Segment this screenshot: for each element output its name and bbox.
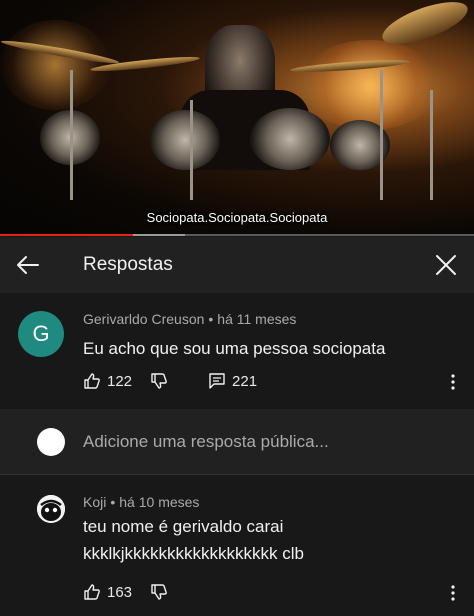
meta-separator: •: [208, 311, 214, 327]
reply-count: 221: [232, 372, 258, 390]
stand: [190, 100, 193, 200]
close-icon[interactable]: [432, 251, 460, 279]
more-vert-icon[interactable]: [446, 584, 460, 602]
page-title: Respostas: [83, 254, 173, 275]
thumbs-up-icon[interactable]: [83, 583, 101, 601]
comment-actions: 122 221: [83, 372, 257, 390]
user-avatar: [37, 428, 65, 456]
avatar[interactable]: G: [18, 311, 64, 357]
stand: [380, 70, 383, 200]
comment-author[interactable]: Koji: [83, 494, 106, 510]
reply-comment: Koji • há 10 meses teu nome é gerivaldo ca…: [0, 475, 474, 616]
comment-meta: Koji • há 10 meses: [83, 494, 199, 510]
thumbs-down-icon[interactable]: [150, 583, 168, 601]
stand: [430, 90, 433, 200]
video-player[interactable]: Sociopata.Sociopata.Sociopata: [0, 0, 474, 236]
avatar[interactable]: [37, 495, 65, 523]
avatar-letter: G: [32, 321, 50, 346]
thumbs-down-icon[interactable]: [150, 372, 168, 390]
parent-comment: G Gerivarldo Creuson • há 11 meses Eu acho…: [0, 293, 474, 409]
progress-played: [0, 234, 133, 236]
comment-text-line: teu nome é gerivaldo carai: [83, 517, 284, 536]
more-vert-icon[interactable]: [446, 373, 460, 391]
like-count: 163: [107, 583, 133, 601]
avatar-image: [37, 495, 65, 523]
comment-time: há 11 meses: [217, 311, 297, 327]
reply-comment-icon[interactable]: [208, 372, 226, 390]
comment-time: há 10 meses: [119, 494, 200, 510]
comment-text-line: kkklkjkkkkkkkkkkkkkkkkkk clb: [83, 544, 305, 563]
comment-text: teu nome é gerivaldo carai kkklkjkkkkkkk…: [83, 513, 453, 567]
arrow-left-icon[interactable]: [14, 251, 42, 279]
drum: [150, 110, 220, 170]
stand: [70, 70, 73, 200]
meta-separator: •: [110, 494, 116, 510]
comment-meta: Gerivarldo Creuson • há 11 meses: [83, 311, 296, 327]
thumbs-up-icon[interactable]: [83, 372, 101, 390]
video-caption: Sociopata.Sociopata.Sociopata: [146, 210, 328, 225]
replies-header: Respostas: [0, 237, 474, 293]
comment-author[interactable]: Gerivarldo Creuson: [83, 311, 204, 327]
video-progress-bar[interactable]: [0, 234, 474, 236]
reply-input-placeholder[interactable]: Adicione uma resposta pública...: [83, 432, 329, 452]
reply-input-bar[interactable]: Adicione uma resposta pública...: [0, 409, 474, 475]
drum: [250, 108, 330, 170]
fire-glow: [300, 40, 440, 130]
comment-actions: 163: [83, 583, 168, 601]
like-count: 122: [107, 372, 133, 390]
comment-text: Eu acho que sou uma pessoa sociopata: [83, 339, 386, 358]
fire-glow: [0, 20, 110, 110]
